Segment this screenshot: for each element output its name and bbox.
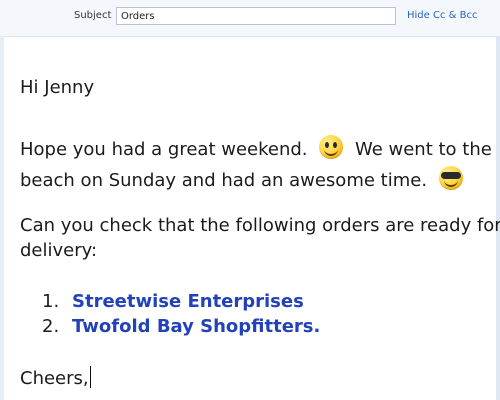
paragraph-2-line-1: Can you check that the following orders … <box>20 215 500 236</box>
smiley-emoji-icon <box>319 135 344 159</box>
paragraph-1-text-a: Hope you had a great weekend. <box>20 139 308 160</box>
compose-header: Subject Orders Hide Cc & Bcc <box>0 0 500 37</box>
signoff-text: Cheers, <box>20 368 89 389</box>
paragraph-1-line-2: beach on Sunday and had an awesome time. <box>20 166 463 191</box>
text-cursor <box>89 366 91 388</box>
sunglasses-emoji-icon <box>438 166 463 190</box>
greeting-line: Hi Jenny <box>20 77 95 98</box>
paragraph-2-line-2: delivery: <box>20 240 98 261</box>
signoff-line: Cheers, <box>20 366 91 389</box>
list-number-1: 1. <box>42 291 60 312</box>
paragraph-1-line-1: Hope you had a great weekend. We went to… <box>20 135 492 160</box>
hide-cc-bcc-link[interactable]: Hide Cc & Bcc <box>407 10 477 21</box>
list-number-2: 2. <box>42 316 60 337</box>
left-border <box>0 36 4 400</box>
paragraph-1-text-c: beach on Sunday and had an awesome time. <box>20 170 428 191</box>
message-body[interactable]: Hi Jenny Hope you had a great weekend. W… <box>20 77 500 398</box>
subject-input[interactable]: Orders <box>116 7 396 25</box>
subject-label: Subject <box>74 10 112 21</box>
paragraph-1-text-b: We went to the <box>354 139 492 160</box>
order-link-streetwise-enterprises[interactable]: Streetwise Enterprises <box>72 291 304 312</box>
order-link-twofold-bay-shopfitters[interactable]: Twofold Bay Shopfitters. <box>72 316 320 337</box>
